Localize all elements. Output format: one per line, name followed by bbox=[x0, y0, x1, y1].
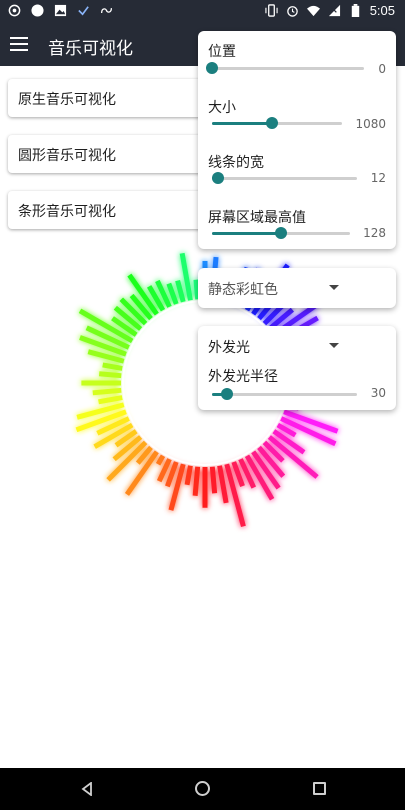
alarm-icon bbox=[286, 6, 298, 17]
slider-label: 大小 bbox=[208, 100, 236, 116]
visualizer-bar bbox=[224, 463, 246, 527]
visualizer-bar bbox=[102, 362, 123, 371]
slider-row-max-height: 屏幕区域最高值 128 bbox=[198, 199, 396, 247]
slider-thumb[interactable] bbox=[220, 388, 233, 400]
position-slider[interactable] bbox=[206, 62, 364, 74]
slider-value: 0 bbox=[378, 62, 386, 76]
slider-row-size: 大小 1080 bbox=[198, 89, 396, 137]
signal-icon bbox=[328, 4, 340, 17]
back-icon[interactable] bbox=[80, 782, 94, 796]
menu-icon[interactable] bbox=[10, 37, 30, 53]
visualizer-bar bbox=[192, 466, 201, 496]
recents-icon[interactable] bbox=[313, 782, 326, 795]
slider-value: 1080 bbox=[355, 117, 386, 131]
slider-thumb[interactable] bbox=[275, 227, 287, 239]
slider-fill bbox=[212, 122, 272, 125]
max-height-slider[interactable] bbox=[212, 227, 350, 239]
slider-value: 128 bbox=[363, 226, 386, 240]
visualizer-bar bbox=[155, 454, 166, 466]
slider-value: 12 bbox=[370, 171, 386, 185]
glow-mode-value: 外发光 bbox=[208, 340, 250, 356]
slider-label: 屏幕区域最高值 bbox=[208, 210, 306, 226]
slider-thumb[interactable] bbox=[206, 62, 218, 74]
slider-thumb[interactable] bbox=[211, 172, 224, 184]
card-label: 条形音乐可视化 bbox=[18, 204, 116, 220]
notification-icons bbox=[8, 4, 113, 17]
glow-mode-dropdown[interactable]: 外发光 bbox=[198, 326, 396, 362]
navigation-bar bbox=[0, 768, 405, 810]
slider-thumb[interactable] bbox=[265, 117, 278, 129]
slider-label: 位置 bbox=[208, 44, 236, 60]
slider-row-line-width: 线条的宽 12 bbox=[198, 144, 396, 192]
battery-icon bbox=[351, 4, 359, 17]
system-icons: 5:05 bbox=[265, 3, 395, 18]
visualizer-bar bbox=[184, 465, 193, 486]
visualizer-bar bbox=[175, 280, 186, 303]
image-icon bbox=[54, 4, 67, 17]
clock-time: 5:05 bbox=[369, 3, 395, 18]
visualizer-bar bbox=[98, 395, 123, 405]
color-mode-value: 静态彩虹色 bbox=[208, 282, 278, 298]
visualizer-bar bbox=[217, 465, 229, 504]
link-icon bbox=[100, 8, 113, 13]
circle-icon bbox=[31, 4, 44, 17]
card-label: 圆形音乐可视化 bbox=[18, 148, 116, 164]
slider-row-position: 位置 0 bbox=[198, 33, 396, 81]
visualizer-bar bbox=[166, 282, 179, 305]
status-bar: 5:05 bbox=[0, 0, 405, 24]
visualizer-bar bbox=[98, 371, 122, 379]
slider-fill bbox=[212, 232, 281, 235]
glow-settings-card: 外发光 外发光半径 30 bbox=[198, 326, 396, 410]
settings-panel: 位置 0 大小 1080 线条的宽 12 屏幕区域最高值 128 bbox=[198, 31, 396, 249]
home-icon[interactable] bbox=[195, 781, 210, 796]
visualizer-bar bbox=[209, 466, 218, 494]
visualizer-bar bbox=[92, 387, 122, 396]
vibrate-icon bbox=[265, 4, 278, 17]
glow-radius-value: 30 bbox=[370, 386, 386, 400]
page-title: 音乐可视化 bbox=[48, 39, 133, 59]
glow-radius-slider[interactable] bbox=[212, 388, 357, 400]
glow-radius-label: 外发光半径 bbox=[208, 369, 278, 385]
line-width-slider[interactable] bbox=[211, 172, 357, 184]
card-label: 原生音乐可视化 bbox=[18, 92, 116, 108]
netease-music-icon bbox=[8, 4, 21, 17]
check-icon bbox=[78, 6, 89, 16]
slider-label: 线条的宽 bbox=[208, 155, 264, 171]
chevron-down-icon bbox=[329, 285, 339, 290]
wifi-icon bbox=[306, 5, 320, 17]
color-mode-dropdown[interactable]: 静态彩虹色 bbox=[198, 268, 396, 308]
size-slider[interactable] bbox=[212, 117, 342, 129]
chevron-down-icon bbox=[329, 343, 339, 348]
visualizer-bar bbox=[79, 335, 127, 357]
